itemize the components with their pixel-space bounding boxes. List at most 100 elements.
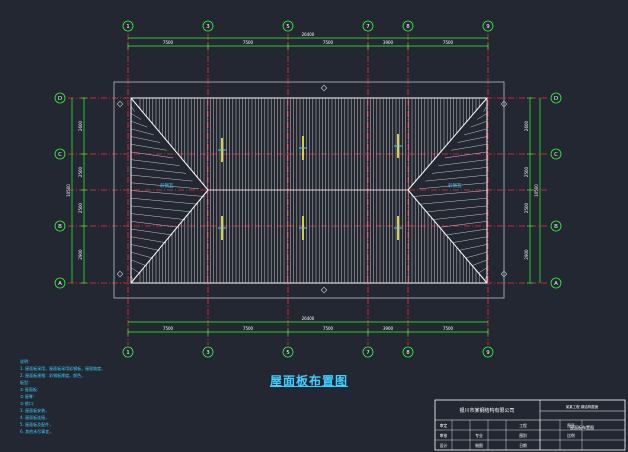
corner-marker	[116, 270, 124, 278]
axis-left-label: D	[58, 96, 62, 102]
hip-hatch-line	[130, 251, 154, 259]
axis-right-label: A	[554, 281, 558, 287]
axis-top-label: 1	[126, 24, 130, 30]
hip-hatch-line	[419, 197, 488, 205]
axis-bottom-label: 3	[206, 350, 210, 356]
note-line: 板型：	[20, 380, 32, 385]
title-block-cell: 日期	[519, 443, 527, 448]
corner-marker	[320, 84, 328, 92]
dim-bottom-value: 3900	[383, 326, 394, 331]
dim-bottom-total: 26400	[302, 316, 315, 321]
cad-drawing-viewport: 彩钢瓦 彩钢瓦 7500 7500 7500 3900 7500 26400 7500 7500…	[0, 0, 628, 452]
note-line: 2. 屋面板规格：彩钢板厚度，颜色，	[20, 373, 86, 378]
dim-top-value: 7500	[163, 40, 174, 45]
hip-hatch-line	[458, 244, 488, 251]
axis-bottom-label: 5	[286, 350, 290, 356]
axis-top-label: 9	[486, 24, 490, 30]
dim-right-value: 2600	[524, 120, 529, 131]
hip-hatch-line	[130, 105, 135, 112]
hip-hatch-line	[439, 221, 488, 228]
dim-left-value: 2500	[78, 166, 83, 177]
hip-hatch-line	[130, 267, 141, 274]
axis-bottom-label: 9	[486, 350, 490, 356]
hip-hatch-line	[432, 213, 488, 220]
hip-hatch-line	[426, 205, 488, 213]
hip-hatch-line	[130, 259, 147, 267]
title-block-cell: 设计	[440, 443, 448, 448]
roof-outline	[130, 97, 488, 284]
hip-hatch-line	[445, 228, 488, 236]
note-line: ① 屋面板：	[20, 387, 41, 392]
title-block-cell: 图号	[567, 423, 575, 428]
hip-hatch-line	[476, 113, 488, 120]
hip-hatch-line	[444, 151, 488, 159]
hip-hatch-line	[130, 205, 192, 213]
hip-hatch-line	[130, 221, 179, 228]
hip-hatch-line	[130, 167, 187, 174]
drawing-title: 屋面板布置图	[270, 374, 349, 388]
axis-top-label: 3	[206, 24, 210, 30]
project-name: 某某工程 钢结构屋面	[566, 404, 599, 409]
hip-hatch-line	[464, 128, 488, 136]
hip-hatch-line	[130, 120, 148, 128]
note-line: 5. 屋面板及配件，	[20, 422, 54, 427]
note-line: 6. 其他未尽事宜，	[20, 429, 54, 434]
hip-label-right: 彩钢瓦	[448, 182, 462, 189]
dim-top-value: 3900	[383, 40, 394, 45]
axis-left-label: B	[58, 224, 62, 230]
hip-hatch-line	[464, 251, 488, 259]
hip-hatch-line	[130, 144, 167, 151]
hip-hatch-line	[451, 144, 488, 151]
hip-hatch-line	[130, 244, 160, 251]
title-block-cell: 审核	[440, 433, 448, 438]
axis-top-label: 8	[406, 24, 410, 30]
notes-block: 说明： 1. 屋面板采用，屋面板采用彩钢板，屋面坡度， 2. 屋面板规格：彩钢板…	[20, 358, 220, 435]
axis-left-label: A	[58, 281, 62, 287]
hip-hatch-line	[438, 159, 488, 166]
axis-bottom-label: 7	[366, 350, 370, 356]
hip-hatch-line	[130, 174, 193, 182]
hip-hatch-line	[130, 190, 205, 197]
dim-top-total: 26400	[302, 32, 315, 37]
dim-left-value: 2600	[78, 120, 83, 131]
note-line: ② 屋脊：	[20, 394, 37, 399]
company-name: 银川市某钢结构有限公司	[459, 407, 514, 414]
hip-hatch-line	[425, 174, 488, 182]
hip-hatch-line	[483, 105, 488, 112]
hip-hatch-line	[413, 190, 488, 197]
dim-bottom-value: 7500	[163, 326, 174, 331]
dim-right-value: 2500	[524, 166, 529, 177]
note-line: ③ 檐口：	[20, 401, 37, 406]
title-block-cell: 比例	[567, 433, 575, 438]
note-line: 1. 屋面板采用，屋面板采用彩钢板，屋面坡度，	[20, 366, 106, 371]
dim-right-value: 2900	[524, 249, 529, 260]
note-line: 3. 屋面板安装，	[20, 408, 50, 413]
title-block-cell: 制图	[475, 443, 483, 448]
hip-hatch-line	[457, 136, 488, 143]
title-block-cell: 专业	[475, 433, 483, 438]
hip-hatch-line	[470, 120, 488, 128]
axis-right-label: C	[554, 152, 558, 158]
dim-top-value: 7500	[243, 40, 254, 45]
axis-top-label: 5	[286, 24, 290, 30]
corner-marker	[320, 286, 328, 294]
note-line: 说明：	[20, 359, 32, 364]
dim-right-value: 2500	[524, 202, 529, 213]
hip-hatch-line	[130, 159, 180, 166]
title-block-cell: 工程	[519, 423, 527, 428]
dim-top-value: 7500	[323, 40, 334, 45]
title-block-cell: 审定	[440, 423, 448, 428]
dim-bottom-value: 7500	[443, 326, 454, 331]
dim-bottom-value: 7500	[243, 326, 254, 331]
dim-top-value: 7500	[443, 40, 454, 45]
note-line: 4. 屋面板连接，	[20, 415, 50, 420]
axis-right-label: D	[554, 96, 558, 102]
hip-hatch-line	[452, 236, 488, 243]
dim-left-total: 10500	[66, 184, 71, 197]
dim-bottom-value: 7500	[323, 326, 334, 331]
hip-hatch-line	[471, 259, 488, 267]
axis-bottom-label: 1	[126, 350, 130, 356]
hip-label-left: 彩钢瓦	[160, 182, 174, 189]
dim-left-value: 2900	[78, 249, 83, 260]
axis-bottom-label: 8	[406, 350, 410, 356]
